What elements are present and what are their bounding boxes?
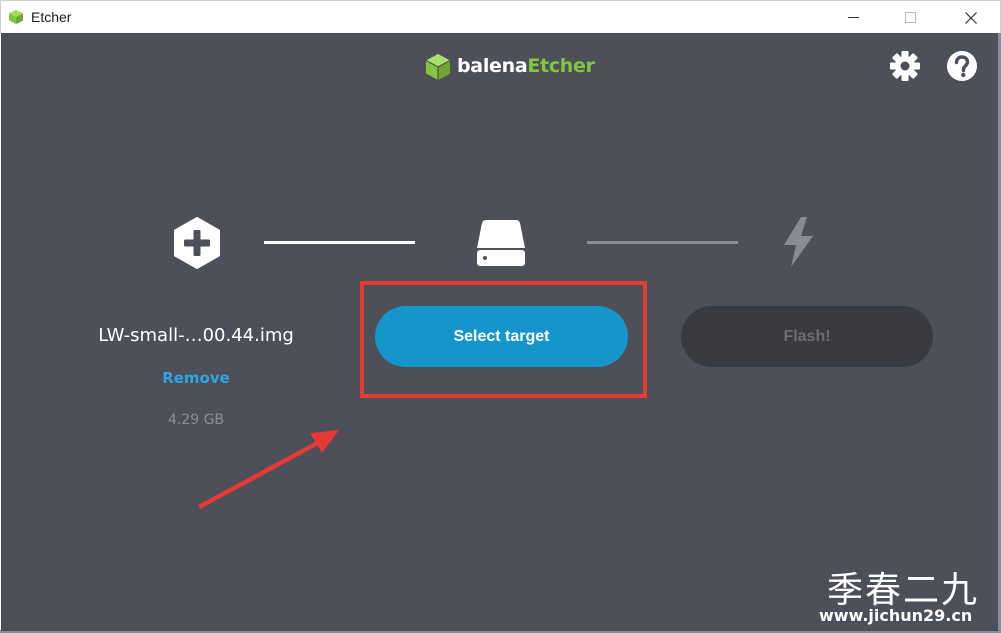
watermark-url: www.jichun29.cn [819,606,973,625]
window-title: Etcher [31,9,72,25]
question-icon [947,51,977,81]
selected-image-name: LW-small-…00.44.img [98,325,294,346]
minimize-button[interactable] [830,1,876,34]
annotation-highlight-box [360,281,647,398]
annotation-arrow-icon [186,423,346,517]
gear-icon [890,51,920,81]
close-icon [965,12,977,24]
close-button[interactable] [947,1,993,34]
plus-hexagon-icon [172,217,222,273]
app-main: balenaEtcher LW-small-…00.44.img Remove … [1,33,998,631]
remove-image-link[interactable]: Remove [131,369,261,387]
flash-button[interactable]: Flash! [681,306,933,367]
minimize-icon [848,17,859,18]
maximize-button[interactable] [887,1,933,34]
progress-line-pending [587,241,738,244]
drive-icon [475,216,527,272]
lightning-icon [780,216,818,272]
help-button[interactable] [945,49,979,83]
window-titlebar: Etcher [0,0,1001,33]
settings-button[interactable] [888,49,922,83]
logo-accent: Etcher [527,55,595,77]
maximize-icon [905,12,916,23]
etcher-cube-icon [8,9,24,25]
progress-line-completed [264,241,415,244]
logo-prefix: balena [457,55,528,77]
etcher-cube-icon [425,53,451,85]
logo-wordmark: balenaEtcher [457,55,595,77]
